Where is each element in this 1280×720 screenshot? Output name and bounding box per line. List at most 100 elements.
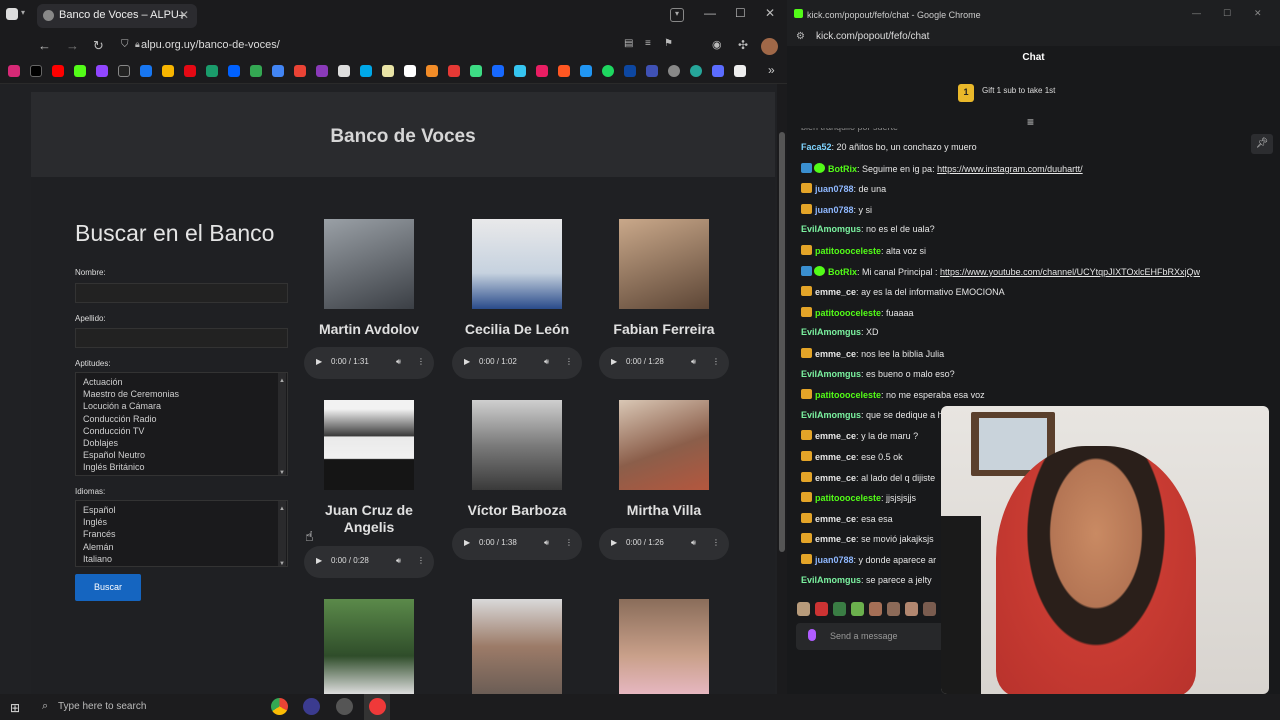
chat-link[interactable]: https://www.instagram.com/duuhartt/: [937, 164, 1083, 174]
page-scrollbar[interactable]: [777, 84, 787, 694]
nombre-input[interactable]: [75, 283, 288, 303]
chat-username[interactable]: BotRix: [828, 267, 857, 277]
chat-username[interactable]: EvilAmomgus: [801, 369, 861, 379]
emote-icon[interactable]: [905, 602, 918, 616]
amazon-icon[interactable]: [404, 65, 416, 77]
kick-icon[interactable]: [74, 65, 86, 77]
play-icon[interactable]: ▶: [316, 556, 322, 565]
chat-addressbar[interactable]: ⚙ kick.com/popout/fefo/chat: [787, 28, 1280, 46]
chat-username[interactable]: patitoooceleste: [815, 246, 881, 256]
aptitud-option[interactable]: Actuación: [83, 376, 287, 388]
app-icon[interactable]: [336, 698, 353, 715]
volume-icon[interactable]: 🔊︎: [691, 357, 696, 367]
menu-chevron-icon[interactable]: ▾: [21, 8, 25, 17]
emote-icon[interactable]: [797, 602, 810, 616]
gmail-icon[interactable]: [294, 65, 306, 77]
bolt-icon[interactable]: [162, 65, 174, 77]
more-bookmarks-icon[interactable]: »: [768, 63, 775, 77]
audio-player[interactable]: ▶ 0:00 / 0:28 🔊︎ ⋮: [304, 546, 434, 578]
chat-link[interactable]: https://www.youtube.com/channel/UCYtqpJI…: [940, 267, 1200, 277]
minimize-icon[interactable]: —: [704, 6, 716, 20]
netflix-icon[interactable]: [184, 65, 196, 77]
taskbar-search[interactable]: ⌕ Type here to search: [38, 694, 262, 720]
profile-avatar[interactable]: [761, 38, 778, 55]
audio-player[interactable]: ▶ 0:00 / 1:38 🔊︎ ⋮: [452, 528, 582, 560]
x-icon[interactable]: [30, 65, 42, 77]
bookmark-icon-2[interactable]: [206, 65, 218, 77]
chat-username[interactable]: patitoooceleste: [815, 308, 881, 318]
aptitud-option[interactable]: Conducción TV: [83, 425, 287, 437]
apellido-input[interactable]: [75, 328, 288, 348]
new-tab-icon[interactable]: +: [178, 7, 186, 23]
play-icon[interactable]: ▶: [611, 538, 617, 547]
audio-player[interactable]: ▶ 0:00 / 1:26 🔊︎ ⋮: [599, 528, 729, 560]
bookmark-icon-4[interactable]: [338, 65, 350, 77]
chat-username[interactable]: patitoooceleste: [815, 493, 881, 503]
more-options-icon[interactable]: ⋮: [712, 538, 720, 547]
bookmark-icon-9[interactable]: [470, 65, 482, 77]
chat-username[interactable]: emme_ce: [815, 534, 856, 544]
maximize-icon[interactable]: ☐: [735, 6, 746, 20]
facebook-icon[interactable]: [140, 65, 152, 77]
bookmark-icon-10[interactable]: [514, 65, 526, 77]
chat-username[interactable]: BotRix: [828, 164, 857, 174]
volume-icon[interactable]: 🔊︎: [396, 556, 401, 566]
emote-icon[interactable]: [851, 602, 864, 616]
emote-icon[interactable]: [869, 602, 882, 616]
aptitudes-scrollbar[interactable]: ▲ ▼: [278, 373, 286, 475]
tab-banco-de-voces[interactable]: Banco de Voces – ALPU ✕: [37, 4, 197, 28]
more-options-icon[interactable]: ⋮: [417, 357, 425, 366]
obs-icon[interactable]: [303, 698, 320, 715]
chat-username[interactable]: EvilAmomgus: [801, 410, 861, 420]
chat-username[interactable]: emme_ce: [815, 473, 856, 483]
drive-icon[interactable]: [250, 65, 262, 77]
chat-username[interactable]: patitoooceleste: [815, 390, 881, 400]
tune-icon[interactable]: ⚙: [796, 31, 805, 42]
chat-username[interactable]: juan0788: [815, 555, 854, 565]
spotify-icon[interactable]: [602, 65, 614, 77]
aptitud-option[interactable]: Inglés Británico: [83, 461, 287, 473]
reader-icon[interactable]: ▤: [624, 38, 633, 49]
docs-icon[interactable]: [272, 65, 284, 77]
volume-icon[interactable]: 🔊︎: [396, 357, 401, 367]
emote-icon[interactable]: [887, 602, 900, 616]
back-icon[interactable]: ←: [38, 38, 51, 53]
filter-icon[interactable]: ≡: [1027, 115, 1034, 129]
idiomas-scrollbar[interactable]: ▲ ▼: [278, 501, 286, 566]
more-options-icon[interactable]: ⋮: [565, 538, 573, 547]
minimize-icon[interactable]: —: [1192, 8, 1201, 18]
pin-icon[interactable]: 📌︎: [1251, 134, 1273, 154]
audio-player[interactable]: ▶ 0:00 / 1:31 🔊︎ ⋮: [304, 347, 434, 379]
bookmark-icon-3[interactable]: [316, 65, 328, 77]
close-window-icon[interactable]: ✕: [1254, 8, 1262, 19]
forward-icon[interactable]: →: [66, 38, 79, 53]
address-bar[interactable]: ⛉ 🔒︎ alpu.org.uy/banco-de-voces/: [115, 36, 615, 56]
more-options-icon[interactable]: ⋮: [712, 357, 720, 366]
aptitud-option[interactable]: Maestro de Ceremonias: [83, 388, 287, 400]
aptitud-option[interactable]: Conducción Radio: [83, 413, 287, 425]
chat-username[interactable]: Faca52: [801, 142, 832, 152]
bookmark-icon-8[interactable]: [448, 65, 460, 77]
emote-icon[interactable]: [815, 602, 828, 616]
bookmark-icon-5[interactable]: [360, 65, 372, 77]
bookmark-icon-7[interactable]: [426, 65, 438, 77]
chat-username[interactable]: EvilAmomgus: [801, 327, 861, 337]
bookmark-icon-15[interactable]: [646, 65, 658, 77]
volume-icon[interactable]: 🔊︎: [544, 538, 549, 548]
chat-username[interactable]: emme_ce: [815, 452, 856, 462]
bookmark-icon-13[interactable]: [580, 65, 592, 77]
idioma-option[interactable]: Alemán: [83, 541, 287, 553]
scrollbar-thumb[interactable]: [779, 132, 785, 552]
aptitud-option[interactable]: Locución a Cámara: [83, 400, 287, 412]
mic-icon[interactable]: [808, 629, 816, 641]
chat-username[interactable]: juan0788: [815, 205, 854, 215]
send-message-input[interactable]: Send a message: [796, 623, 946, 650]
bookmark-icon-16[interactable]: [668, 65, 680, 77]
bookmark-icon-17[interactable]: [690, 65, 702, 77]
chat-username[interactable]: juan0788: [815, 184, 854, 194]
chrome-icon[interactable]: [271, 698, 288, 715]
list-icon[interactable]: ≡: [645, 38, 651, 49]
aptitudes-select[interactable]: Actuación Maestro de Ceremonias Locución…: [75, 372, 288, 476]
vivaldi-logo-icon[interactable]: [6, 8, 18, 20]
maximize-icon[interactable]: ☐: [1223, 8, 1231, 19]
